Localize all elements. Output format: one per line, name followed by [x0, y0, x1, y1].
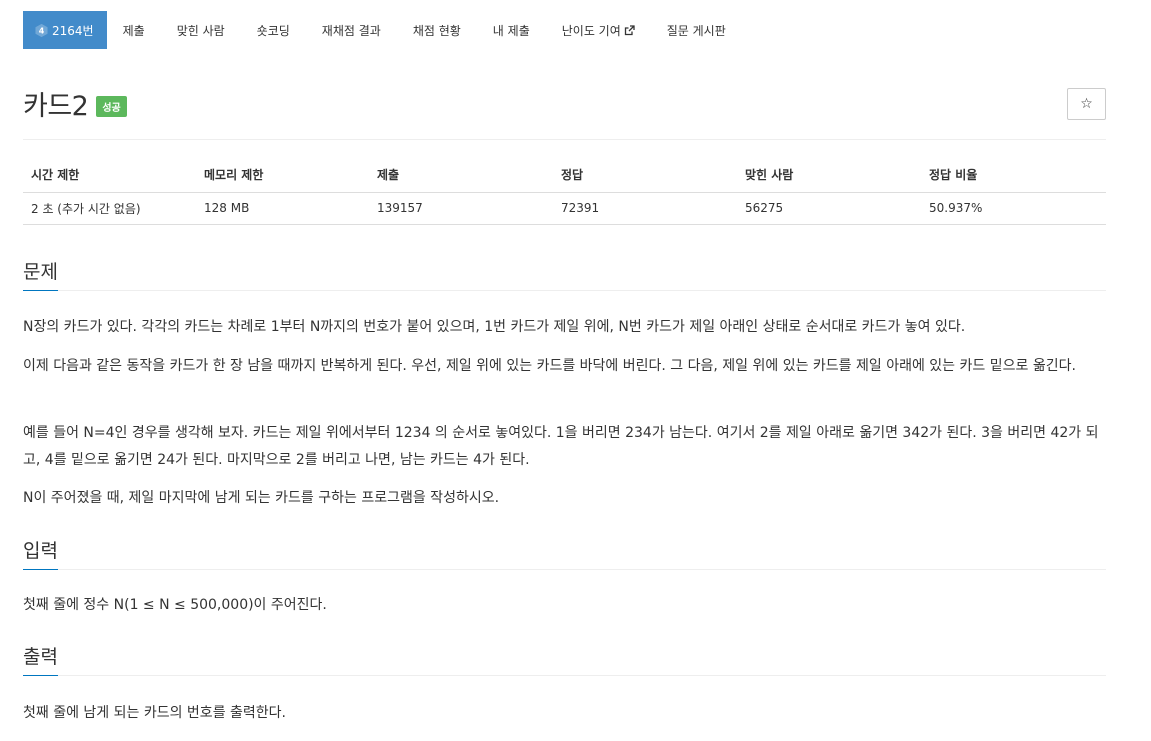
external-link-icon: [624, 24, 635, 36]
favorite-star-button[interactable]: ☆: [1067, 88, 1106, 120]
problem-info-table: 시간 제한 메모리 제한 제출 정답 맞힌 사람 정답 비율 2 초 (추가 시…: [23, 158, 1106, 225]
star-icon: ☆: [1080, 96, 1093, 112]
problem-nav: 4 2164번 제출 맞힌 사람 숏코딩 재채점 결과 채점 현황 내 제출 난…: [23, 11, 742, 49]
nav-status[interactable]: 채점 현황: [397, 11, 477, 49]
table-row: 2 초 (추가 시간 없음) 128 MB 139157 72391 56275…: [23, 192, 1106, 225]
nav-solved-users[interactable]: 맞힌 사람: [161, 11, 241, 49]
description-paragraph: 예를 들어 N=4인 경우를 생각해 보자. 카드는 제일 위에서부터 1234…: [23, 425, 1099, 468]
header-accept-ratio: 정답 비율: [921, 158, 1106, 193]
description-paragraph: 이제 다음과 같은 동작을 카드가 한 장 남을 때까지 반복하게 된다. 우선…: [23, 358, 1076, 374]
output-title: 출력: [23, 642, 58, 676]
header-solved-users: 맞힌 사람: [737, 158, 921, 193]
input-section-header: 입력: [23, 536, 1106, 570]
nav-difficulty-contribution[interactable]: 난이도 기여: [546, 11, 651, 49]
accept-ratio-value: 50.937%: [921, 192, 1106, 225]
header-submissions: 제출: [369, 158, 553, 193]
input-description: 첫째 줄에 정수 N(1 ≤ N ≤ 500,000)이 주어진다.: [23, 597, 327, 613]
nav-question-board[interactable]: 질문 게시판: [651, 11, 742, 49]
description-title: 문제: [23, 257, 58, 291]
svg-text:4: 4: [39, 26, 45, 35]
nav-problem-id-label: 2164번: [52, 23, 94, 38]
input-title: 입력: [23, 536, 58, 570]
output-section-header: 출력: [23, 642, 1106, 676]
nav-problem-id[interactable]: 4 2164번: [23, 11, 107, 49]
title-divider: [23, 139, 1106, 140]
nav-short-coding[interactable]: 숏코딩: [241, 11, 306, 49]
description-paragraph: N장의 카드가 있다. 각각의 카드는 차례로 1부터 N까지의 번호가 붙어 …: [23, 319, 966, 335]
description-section-header: 문제: [23, 257, 1106, 291]
status-badge: 성공: [96, 96, 127, 117]
description-paragraph: N이 주어졌을 때, 제일 마지막에 남게 되는 카드를 구하는 프로그램을 작…: [23, 490, 500, 506]
header-time-limit: 시간 제한: [23, 158, 196, 193]
submissions-value: 139157: [369, 192, 553, 225]
tier-icon: 4: [35, 23, 48, 37]
header-accepted: 정답: [553, 158, 737, 193]
accepted-value: 72391: [553, 192, 737, 225]
solved-users-value: 56275: [737, 192, 921, 225]
nav-submit[interactable]: 제출: [107, 11, 161, 49]
time-limit-value: 2 초 (추가 시간 없음): [23, 192, 196, 225]
nav-my-submissions[interactable]: 내 제출: [477, 11, 546, 49]
table-header-row: 시간 제한 메모리 제한 제출 정답 맞힌 사람 정답 비율: [23, 158, 1106, 193]
problem-title-row: 카드2 성공: [23, 84, 127, 123]
output-description: 첫째 줄에 남게 되는 카드의 번호를 출력한다.: [23, 705, 286, 721]
problem-title: 카드2: [23, 91, 89, 122]
nav-rejudge-results[interactable]: 재채점 결과: [306, 11, 397, 49]
memory-limit-value: 128 MB: [196, 192, 369, 225]
header-memory-limit: 메모리 제한: [196, 158, 369, 193]
